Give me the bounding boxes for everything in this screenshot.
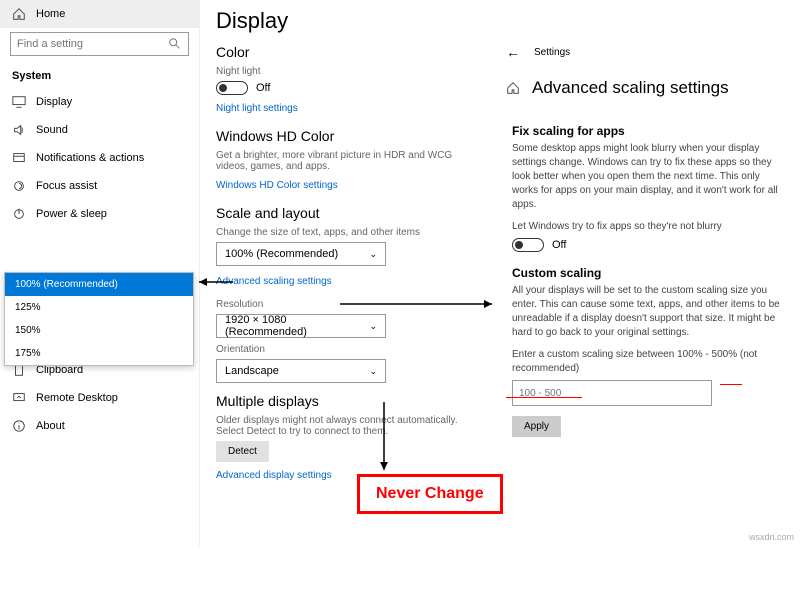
sidebar-item-label: About bbox=[36, 420, 65, 432]
arrow-annotation bbox=[376, 400, 392, 476]
red-underline bbox=[720, 384, 742, 385]
home-icon bbox=[12, 7, 26, 21]
scale-select[interactable]: 100% (Recommended) ⌄ bbox=[216, 242, 386, 266]
sidebar-item-notifications[interactable]: Notifications & actions bbox=[0, 144, 199, 172]
search-icon bbox=[168, 37, 182, 51]
hdcolor-link[interactable]: Windows HD Color settings bbox=[216, 180, 338, 191]
section-multiple: Multiple displays bbox=[216, 393, 484, 409]
multiple-desc: Older displays might not always connect … bbox=[216, 415, 484, 437]
dropdown-option[interactable]: 125% bbox=[5, 296, 193, 319]
orientation-select[interactable]: Landscape ⌄ bbox=[216, 359, 386, 383]
advanced-display-link[interactable]: Advanced display settings bbox=[216, 470, 332, 481]
custom-scaling-desc: All your displays will be set to the cus… bbox=[512, 284, 788, 340]
orientation-label: Orientation bbox=[216, 344, 484, 355]
orientation-value: Landscape bbox=[225, 365, 279, 377]
sidebar-item-label: Focus assist bbox=[36, 180, 97, 192]
fix-scaling-header: Fix scaling for apps bbox=[512, 124, 788, 138]
toggle-switch[interactable] bbox=[512, 238, 544, 252]
resolution-value: 1920 × 1080 (Recommended) bbox=[225, 314, 369, 338]
settings-label: Settings bbox=[534, 47, 570, 58]
back-icon[interactable]: ← bbox=[506, 44, 520, 60]
arrow-annotation bbox=[195, 272, 235, 292]
sidebar-item-label: Notifications & actions bbox=[36, 152, 144, 164]
custom-scaling-header: Custom scaling bbox=[512, 266, 788, 280]
hdcolor-desc: Get a brighter, more vibrant picture in … bbox=[216, 150, 484, 172]
chevron-down-icon: ⌄ bbox=[369, 249, 377, 260]
sidebar-item-remote[interactable]: Remote Desktop bbox=[0, 384, 199, 412]
scale-value: 100% (Recommended) bbox=[225, 248, 338, 260]
sidebar-item-label: Power & sleep bbox=[36, 208, 107, 220]
scale-label: Change the size of text, apps, and other… bbox=[216, 227, 484, 238]
page-title: Display bbox=[216, 8, 484, 34]
sidebar-item-focus[interactable]: Focus assist bbox=[0, 172, 199, 200]
sound-icon bbox=[12, 123, 26, 137]
fix-toggle-label: Let Windows try to fix apps so they're n… bbox=[512, 220, 788, 234]
section-hdcolor: Windows HD Color bbox=[216, 128, 484, 144]
nightlight-toggle[interactable]: Off bbox=[216, 81, 484, 95]
never-change-annotation: Never Change bbox=[357, 474, 503, 514]
apply-button[interactable]: Apply bbox=[512, 416, 561, 437]
sidebar-item-display[interactable]: Display bbox=[0, 88, 199, 116]
sidebar-item-label: Remote Desktop bbox=[36, 392, 118, 404]
nightlight-settings-link[interactable]: Night light settings bbox=[216, 103, 298, 114]
sidebar-item-label: Sound bbox=[36, 124, 68, 136]
toggle-state: Off bbox=[256, 82, 270, 94]
section-scale: Scale and layout bbox=[216, 205, 484, 221]
focus-icon bbox=[12, 179, 26, 193]
remote-icon bbox=[12, 391, 26, 405]
sidebar-item-about[interactable]: About bbox=[0, 412, 199, 440]
home-label: Home bbox=[36, 8, 65, 20]
search-input[interactable] bbox=[10, 32, 189, 56]
fix-scaling-desc: Some desktop apps might look blurry when… bbox=[512, 142, 788, 212]
custom-scaling-input[interactable] bbox=[512, 380, 712, 406]
detect-button[interactable]: Detect bbox=[216, 441, 269, 462]
power-icon bbox=[12, 207, 26, 221]
section-color: Color bbox=[216, 44, 484, 60]
never-change-text: Never Change bbox=[376, 485, 484, 502]
search-field[interactable] bbox=[17, 38, 168, 50]
chevron-down-icon: ⌄ bbox=[369, 366, 377, 377]
advanced-title: Advanced scaling settings bbox=[532, 78, 729, 98]
category-title: System bbox=[0, 60, 199, 88]
dropdown-option[interactable]: 150% bbox=[5, 319, 193, 342]
dropdown-option[interactable]: 175% bbox=[5, 342, 193, 365]
fix-apps-toggle[interactable]: Off bbox=[512, 238, 788, 252]
sidebar-item-sound[interactable]: Sound bbox=[0, 116, 199, 144]
toggle-state: Off bbox=[552, 239, 566, 251]
resolution-select[interactable]: 1920 × 1080 (Recommended) ⌄ bbox=[216, 314, 386, 338]
arrow-annotation bbox=[338, 296, 498, 312]
display-icon bbox=[12, 95, 26, 109]
sidebar-item-label: Display bbox=[36, 96, 72, 108]
watermark: wsxdn.com bbox=[749, 532, 794, 542]
sidebar-item-power[interactable]: Power & sleep bbox=[0, 200, 199, 228]
home-icon[interactable] bbox=[506, 81, 520, 95]
scale-dropdown[interactable]: 100% (Recommended) 125% 150% 175% bbox=[4, 272, 194, 366]
about-icon bbox=[12, 419, 26, 433]
toggle-switch[interactable] bbox=[216, 81, 248, 95]
home-nav[interactable]: Home bbox=[0, 0, 199, 28]
dropdown-option[interactable]: 100% (Recommended) bbox=[5, 273, 193, 296]
nightlight-label: Night light bbox=[216, 66, 484, 77]
red-underline bbox=[506, 397, 582, 398]
notifications-icon bbox=[12, 151, 26, 165]
chevron-down-icon: ⌄ bbox=[369, 321, 377, 332]
custom-input-label: Enter a custom scaling size between 100%… bbox=[512, 348, 788, 376]
